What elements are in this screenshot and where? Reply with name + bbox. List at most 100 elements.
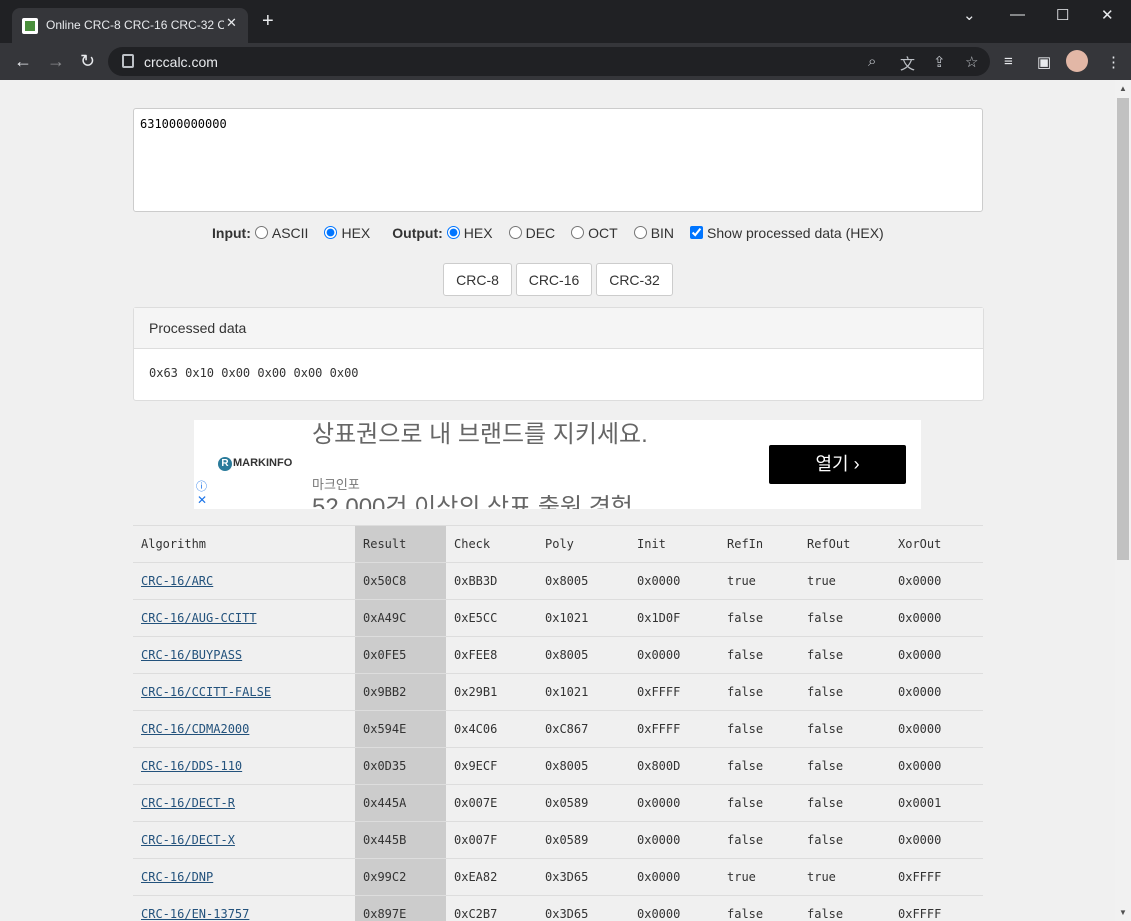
crc32-button[interactable]: CRC-32 — [596, 263, 673, 296]
advertisement[interactable]: R MARKINFO 상표권으로 내 브랜드를 지키세요. 마크인포 52,000… — [194, 420, 921, 509]
algorithm-link[interactable]: CRC-16/EN-13757 — [141, 907, 249, 921]
check-cell: 0x9ECF — [446, 747, 537, 785]
table-row: CRC-16/CDMA2000 0x594E 0x4C06 0xC867 0xFFFF f… — [133, 710, 983, 748]
tab-search-icon[interactable]: ⌄ — [963, 6, 976, 24]
favicon-icon — [22, 18, 38, 34]
refin-cell: false — [719, 821, 799, 859]
algorithm-link[interactable]: CRC-16/ARC — [141, 574, 213, 588]
xorout-cell: 0x0000 — [890, 710, 983, 748]
browser-tab[interactable]: Online CRC-8 CRC-16 CRC-32 Ca ✕ — [12, 8, 248, 43]
algorithm-cell: CRC-16/ARC — [133, 562, 355, 600]
algorithm-cell: CRC-16/DECT-R — [133, 784, 355, 822]
lock-icon — [122, 54, 134, 68]
menu-kebab-icon[interactable]: ⋮ — [1106, 53, 1121, 71]
search-icon[interactable]: ⌕ — [868, 53, 876, 70]
page-scrollbar[interactable]: ▲ ▼ — [1115, 80, 1131, 921]
algorithm-cell: CRC-16/CDMA2000 — [133, 710, 355, 748]
refin-cell: false — [719, 747, 799, 785]
table-row: CRC-16/ARC 0x50C8 0xBB3D 0x8005 0x0000 true tr… — [133, 562, 983, 600]
url-text: crccalc.com — [144, 54, 218, 70]
xorout-cell: 0xFFFF — [890, 858, 983, 896]
algorithm-link[interactable]: CRC-16/AUG-CCITT — [141, 611, 257, 625]
back-icon[interactable]: ← — [14, 51, 32, 71]
ad-open-button[interactable]: 열기 › — [769, 445, 906, 484]
algorithm-cell: CRC-16/DNP — [133, 858, 355, 896]
side-panel-icon[interactable]: ▣ — [1037, 53, 1051, 71]
check-cell: 0xFEE8 — [446, 636, 537, 674]
column-header: Result — [355, 525, 446, 563]
scroll-thumb[interactable] — [1117, 98, 1129, 560]
algorithm-link[interactable]: CRC-16/DECT-R — [141, 796, 235, 810]
poly-cell: 0x1021 — [537, 599, 629, 637]
forward-icon[interactable]: → — [47, 51, 65, 71]
algorithm-link[interactable]: CRC-16/DDS-110 — [141, 759, 242, 773]
show-processed-checkbox[interactable] — [690, 226, 704, 239]
tab-title: Online CRC-8 CRC-16 CRC-32 Ca — [46, 18, 224, 32]
new-tab-icon[interactable]: + — [262, 11, 274, 31]
close-window-icon[interactable]: ✕ — [1101, 6, 1114, 24]
algorithm-link[interactable]: CRC-16/DNP — [141, 870, 213, 884]
check-cell: 0x007F — [446, 821, 537, 859]
hex-output-label: HEX — [463, 225, 493, 241]
share-icon[interactable]: ⇪ — [933, 53, 946, 71]
xorout-cell: 0x0000 — [890, 562, 983, 600]
refout-cell: false — [799, 784, 890, 822]
init-cell: 0x0000 — [629, 821, 719, 859]
result-cell: 0x594E — [355, 710, 446, 748]
maximize-icon[interactable]: ☐ — [1056, 6, 1069, 24]
hex-output-radio[interactable] — [446, 226, 460, 239]
minimize-icon[interactable]: — — [1010, 6, 1025, 23]
poly-cell: 0x3D65 — [537, 858, 629, 896]
refout-cell: false — [799, 710, 890, 748]
refout-cell: true — [799, 858, 890, 896]
ad-subline: 52,000건 이상의 상표 출원 경험 — [312, 494, 633, 509]
ascii-radio[interactable] — [254, 226, 268, 239]
media-control-icon[interactable]: ≡ — [1004, 53, 1013, 70]
xorout-cell: 0xFFFF — [890, 895, 983, 921]
poly-cell: 0x0589 — [537, 784, 629, 822]
refin-cell: false — [719, 673, 799, 711]
oct-radio[interactable] — [571, 226, 585, 239]
result-cell: 0x445B — [355, 821, 446, 859]
algorithm-cell: CRC-16/BUYPASS — [133, 636, 355, 674]
refin-cell: false — [719, 895, 799, 921]
processed-data-panel: Processed data 0x63 0x10 0x00 0x00 0x00 … — [133, 307, 984, 401]
bin-radio[interactable] — [633, 226, 647, 239]
init-cell: 0xFFFF — [629, 673, 719, 711]
scroll-up-icon[interactable]: ▲ — [1119, 84, 1127, 93]
translate-icon[interactable]: 文 — [900, 53, 915, 74]
hex-input-radio[interactable] — [324, 226, 338, 239]
algorithm-link[interactable]: CRC-16/BUYPASS — [141, 648, 242, 662]
algorithm-link[interactable]: CRC-16/CCITT-FALSE — [141, 685, 271, 699]
poly-cell: 0xC867 — [537, 710, 629, 748]
xorout-cell: 0x0000 — [890, 821, 983, 859]
ad-headline: 상표권으로 내 브랜드를 지키세요. — [312, 421, 648, 448]
init-cell: 0x0000 — [629, 636, 719, 674]
algorithm-link[interactable]: CRC-16/CDMA2000 — [141, 722, 249, 736]
algorithm-link[interactable]: CRC-16/DECT-X — [141, 833, 235, 847]
input-label: Input: — [212, 225, 251, 241]
check-cell: 0x29B1 — [446, 673, 537, 711]
check-cell: 0x4C06 — [446, 710, 537, 748]
crc8-button[interactable]: CRC-8 — [443, 263, 512, 296]
poly-cell: 0x3D65 — [537, 895, 629, 921]
address-bar[interactable]: crccalc.com ⌕ 文 ⇪ ☆ — [108, 47, 990, 76]
init-cell: 0x1D0F — [629, 599, 719, 637]
table-row: CRC-16/CCITT-FALSE 0x9BB2 0x29B1 0x1021 0xFF… — [133, 673, 983, 711]
column-header: Init — [629, 525, 719, 563]
init-cell: 0xFFFF — [629, 710, 719, 748]
column-header: Poly — [537, 525, 629, 563]
dec-radio[interactable] — [508, 226, 522, 239]
table-row: CRC-16/AUG-CCITT 0xA49C 0xE5CC 0x1021 0x1D0F… — [133, 599, 983, 637]
check-cell: 0xBB3D — [446, 562, 537, 600]
ad-close-icon[interactable]: ✕ — [197, 493, 207, 507]
dec-label: DEC — [525, 225, 556, 241]
scroll-down-icon[interactable]: ▼ — [1119, 908, 1127, 917]
reload-icon[interactable]: ↻ — [80, 51, 95, 71]
crc16-button[interactable]: CRC-16 — [516, 263, 592, 296]
data-input[interactable] — [133, 108, 983, 212]
close-tab-icon[interactable]: ✕ — [226, 15, 237, 31]
profile-avatar[interactable] — [1066, 50, 1088, 72]
bookmark-star-icon[interactable]: ☆ — [965, 53, 978, 71]
ad-info-icon[interactable]: ⓘ — [196, 478, 207, 494]
